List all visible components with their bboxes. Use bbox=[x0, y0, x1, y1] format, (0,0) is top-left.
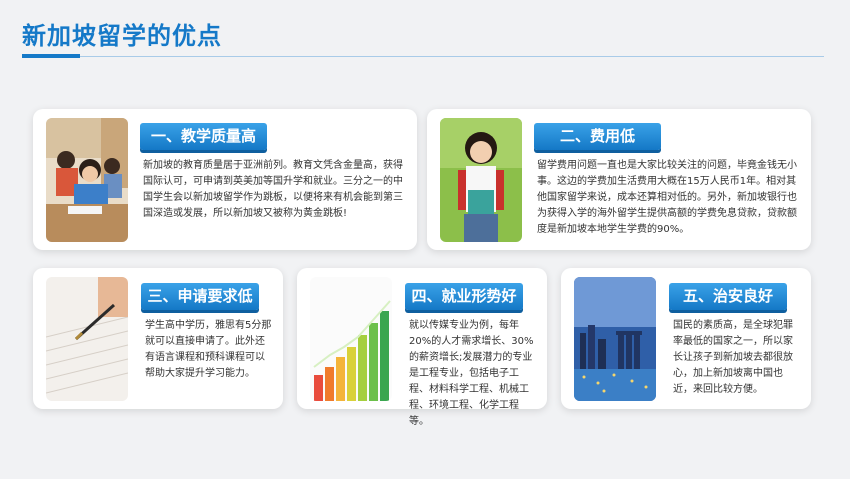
heading-badge: 二、费用低 bbox=[534, 123, 661, 150]
students-classroom-photo bbox=[46, 118, 128, 242]
card-employment: 四、就业形势好 就以传媒专业为例，每年20%的人才需求增长、30%的薪资增长;发… bbox=[297, 268, 547, 427]
heading-badge: 四、就业形势好 bbox=[405, 283, 523, 310]
hand-writing-photo bbox=[46, 277, 128, 401]
card-body-text: 就以传媒专业为例，每年20%的人才需求增长、30%的薪资增长;发展潜力的专业是工… bbox=[409, 320, 534, 427]
heading-badge: 三、申请要求低 bbox=[141, 283, 259, 310]
card-teaching-quality: 一、教学质量高 新加坡的教育质量居于亚洲前列。教育文凭含金量高，获得国际认可，可… bbox=[33, 109, 417, 250]
title-divider bbox=[22, 56, 824, 57]
card-low-requirements: 三、申请要求低 学生高中学历，雅思有5分那就可以直接申请了。此外还有语言课程和预… bbox=[33, 268, 283, 409]
page-title: 新加坡留学的优点 bbox=[22, 22, 222, 50]
title-divider-accent bbox=[22, 54, 80, 58]
card-body-text: 新加坡的教育质量居于亚洲前列。教育文凭含金量高，获得国际认可，可申请到英美加等国… bbox=[143, 160, 403, 219]
student-holding-books-photo bbox=[440, 118, 522, 242]
card-body-text: 留学费用问题一直也是大家比较关注的问题，毕竟金钱无小事。这边的学费加生活费用大概… bbox=[537, 160, 797, 235]
card-public-safety: 五、治安良好 国民的素质高，是全球犯罪率最低的国家之一，所以家长让孩子到新加坡去… bbox=[561, 268, 811, 409]
card-body-text: 国民的素质高，是全球犯罪率最低的国家之一，所以家长让孩子到新加坡去都很放心，加上… bbox=[673, 320, 793, 395]
heading-badge: 五、治安良好 bbox=[669, 283, 787, 310]
growth-bar-chart-image bbox=[310, 277, 392, 401]
heading-badge: 一、教学质量高 bbox=[140, 123, 267, 150]
card-body-text: 学生高中学历，雅思有5分那就可以直接申请了。此外还有语言课程和预科课程可以帮助大… bbox=[145, 320, 272, 379]
singapore-skyline-photo bbox=[574, 277, 656, 401]
card-low-cost: 二、费用低 留学费用问题一直也是大家比较关注的问题，毕竟金钱无小事。这边的学费加… bbox=[427, 109, 811, 250]
